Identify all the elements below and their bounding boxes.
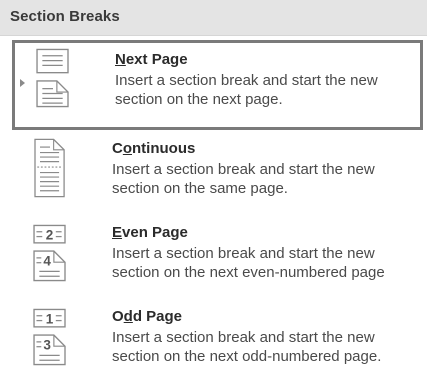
- menu-item-description: Insert a section break and start the new…: [115, 72, 378, 108]
- next-page-break-icon: [36, 48, 69, 108]
- icon-number: 1: [46, 311, 54, 326]
- title-mnemonic: E: [112, 224, 123, 241]
- title-prefix: O: [112, 308, 124, 325]
- section-breaks-menu: Section Breaks Next Page Insert a sectio…: [0, 0, 427, 374]
- title-mnemonic: o: [122, 140, 133, 157]
- icon-number: 2: [46, 227, 54, 242]
- title-mnemonic: d: [123, 308, 133, 325]
- title-rest: d Page: [132, 308, 183, 325]
- menu-item-title: Odd Page: [112, 308, 182, 325]
- title-mnemonic: N: [115, 51, 126, 68]
- section-header-title: Section Breaks: [10, 8, 120, 25]
- menu-item-description: Insert a section break and start the new…: [112, 161, 375, 197]
- title-rest: ext Page: [125, 51, 188, 68]
- menu-section-header: Section Breaks: [0, 0, 427, 36]
- title-rest: ven Page: [122, 224, 188, 241]
- menu-item-even-page[interactable]: 2 4 Even Page Insert a section break and…: [12, 220, 423, 294]
- menu-item-continuous[interactable]: Continuous Insert a section break and st…: [12, 136, 423, 212]
- continuous-break-icon: [34, 138, 65, 198]
- submenu-arrow-icon: [20, 79, 25, 87]
- odd-page-break-icon: 1 3: [33, 308, 66, 366]
- icon-number: 4: [43, 254, 51, 269]
- even-page-break-icon: 2 4: [33, 224, 66, 282]
- menu-item-title: Continuous: [112, 140, 195, 157]
- menu-item-title: Next Page: [115, 51, 188, 68]
- menu-item-description: Insert a section break and start the new…: [112, 245, 385, 281]
- menu-item-description: Insert a section break and start the new…: [112, 329, 382, 365]
- menu-item-title: Even Page: [112, 224, 188, 241]
- title-prefix: C: [112, 140, 123, 157]
- menu-item-next-page[interactable]: Next Page Insert a section break and sta…: [12, 40, 423, 130]
- icon-number: 3: [43, 338, 51, 353]
- menu-item-odd-page[interactable]: 1 3 Odd Page Insert a section break and …: [12, 304, 423, 374]
- title-rest: ntinuous: [132, 140, 196, 157]
